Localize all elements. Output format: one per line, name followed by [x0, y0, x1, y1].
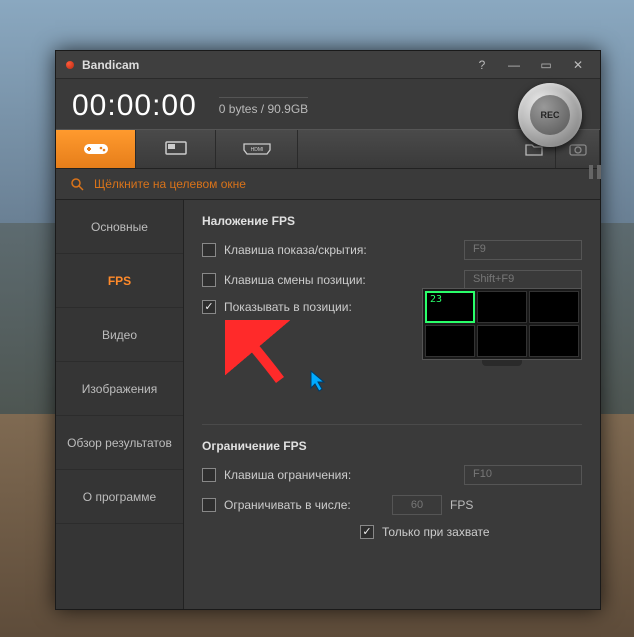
fps-overlay-heading: Наложение FPS — [202, 214, 582, 228]
record-indicator-icon — [66, 61, 74, 69]
position-bottom-center[interactable] — [477, 325, 527, 357]
label-limit-value: Ограничивать в числе: — [224, 498, 392, 512]
fps-limit-input[interactable] — [392, 495, 442, 515]
checkbox-limit-hotkey[interactable] — [202, 468, 216, 482]
header: 00:00:00 0 bytes / 90.9GB REC — [56, 79, 600, 129]
checkbox-show-in-position[interactable] — [202, 300, 216, 314]
sidebar-item-fps[interactable]: FPS — [56, 254, 183, 308]
tab-game-mode[interactable] — [56, 130, 136, 168]
checkbox-show-hide-hotkey[interactable] — [202, 243, 216, 257]
sidebar-item-label: Обзор результатов — [67, 436, 172, 450]
app-title: Bandicam — [82, 58, 139, 72]
fps-position-selector: 23 — [422, 288, 582, 370]
tab-screen-mode[interactable] — [136, 130, 216, 168]
target-window-bar[interactable]: Щёлкните на целевом окне — [56, 169, 600, 200]
close-button[interactable]: ✕ — [564, 56, 592, 74]
monitor-icon — [165, 141, 187, 157]
record-button[interactable]: REC — [518, 83, 582, 147]
svg-text:HDMI: HDMI — [250, 147, 263, 153]
sidebar-item-general[interactable]: Основные — [56, 200, 183, 254]
label-limit-hotkey: Клавиша ограничения: — [224, 468, 464, 482]
sidebar-item-image[interactable]: Изображения — [56, 362, 183, 416]
hotkey-change-position-input[interactable]: Shift+F9 — [464, 270, 582, 290]
sidebar-item-label: Основные — [91, 220, 148, 234]
record-button-label: REC — [530, 95, 570, 135]
record-timer: 00:00:00 — [72, 89, 197, 123]
row-limit-hotkey: Клавиша ограничения: F10 — [202, 465, 582, 485]
tab-device-mode[interactable]: HDMI — [216, 130, 298, 168]
help-button[interactable]: ? — [468, 56, 496, 74]
position-bottom-left[interactable] — [425, 325, 475, 357]
sidebar-item-label: Изображения — [82, 382, 157, 396]
sidebar-item-label: Видео — [102, 328, 137, 342]
app-window: Bandicam ? — ▭ ✕ 00:00:00 0 bytes / 90.9… — [55, 50, 601, 610]
fps-suffix-label: FPS — [450, 498, 473, 512]
sidebar-item-label: О программе — [83, 490, 156, 504]
position-top-center[interactable] — [477, 291, 527, 323]
fps-settings-panel: Наложение FPS Клавиша показа/скрытия: F9… — [184, 200, 600, 609]
row-limit-value: Ограничивать в числе: FPS — [202, 495, 582, 515]
fps-limit-heading: Ограничение FPS — [202, 439, 582, 453]
label-only-on-capture: Только при захвате — [382, 525, 582, 539]
camera-icon — [569, 142, 587, 156]
settings-sidebar: Основные FPS Видео Изображения Обзор рез… — [56, 200, 184, 609]
sidebar-item-video[interactable]: Видео — [56, 308, 183, 362]
label-show-in-position: Показывать в позиции: — [224, 300, 412, 314]
position-bottom-right[interactable] — [529, 325, 579, 357]
position-grid: 23 — [422, 288, 582, 360]
gamepad-icon — [82, 140, 110, 158]
row-show-in-position: Показывать в позиции: — [202, 300, 412, 314]
tab-spacer — [298, 130, 512, 168]
storage-status: 0 bytes / 90.9GB — [219, 97, 308, 116]
checkbox-only-on-capture[interactable] — [360, 525, 374, 539]
fps-sample-number: 23 — [430, 294, 442, 305]
position-top-right[interactable] — [529, 291, 579, 323]
label-show-hide-hotkey: Клавиша показа/скрытия: — [224, 243, 464, 257]
row-only-on-capture: Только при захвате — [360, 525, 582, 539]
maximize-button[interactable]: ▭ — [532, 56, 560, 74]
hotkey-show-hide-input[interactable]: F9 — [464, 240, 582, 260]
hotkey-limit-input[interactable]: F10 — [464, 465, 582, 485]
position-top-left[interactable]: 23 — [425, 291, 475, 323]
monitor-stand-icon — [422, 360, 582, 370]
pause-button[interactable] — [584, 159, 606, 185]
separator — [202, 424, 582, 425]
target-window-text: Щёлкните на целевом окне — [94, 177, 246, 191]
sidebar-item-output[interactable]: Обзор результатов — [56, 416, 183, 470]
row-change-position-hotkey: Клавиша смены позиции: Shift+F9 — [202, 270, 582, 290]
search-icon — [70, 177, 84, 191]
label-change-position-hotkey: Клавиша смены позиции: — [224, 273, 464, 287]
content-area: Основные FPS Видео Изображения Обзор рез… — [56, 200, 600, 609]
sidebar-item-label: FPS — [108, 274, 131, 288]
hdmi-icon: HDMI — [242, 142, 272, 156]
row-show-hide-hotkey: Клавиша показа/скрытия: F9 — [202, 240, 582, 260]
minimize-button[interactable]: — — [500, 56, 528, 74]
sidebar-item-about[interactable]: О программе — [56, 470, 183, 524]
titlebar[interactable]: Bandicam ? — ▭ ✕ — [56, 51, 600, 79]
mode-tabs: HDMI — [56, 129, 600, 169]
checkbox-change-position-hotkey[interactable] — [202, 273, 216, 287]
checkbox-limit-value[interactable] — [202, 498, 216, 512]
